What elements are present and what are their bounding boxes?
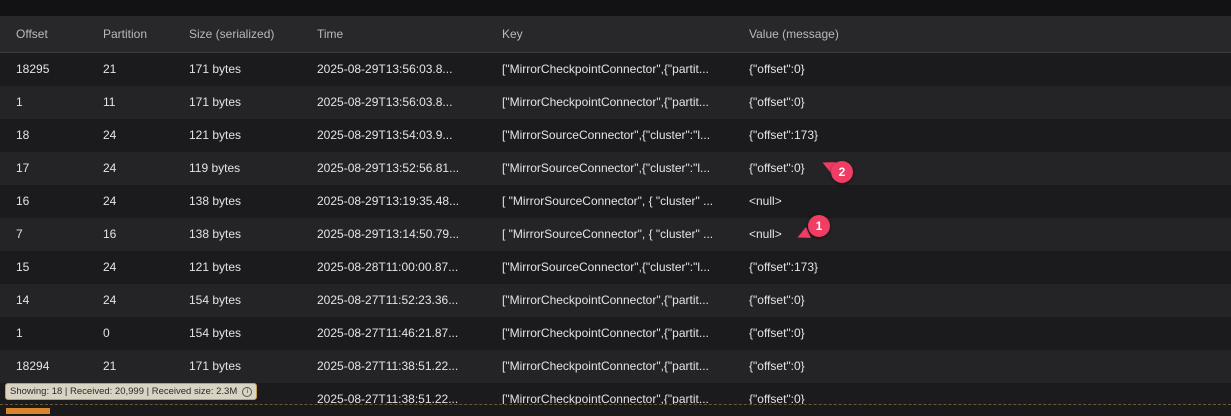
cell-offset: 18294 <box>16 359 50 373</box>
cell-value: <null> <box>749 227 782 241</box>
bottom-bar <box>0 404 1231 415</box>
cell-value: {"offset":0} <box>749 62 805 76</box>
cell-time: 2025-08-29T13:56:03.8... <box>317 62 453 76</box>
top-toolbar <box>0 0 1231 16</box>
cell-value: {"offset":173} <box>749 260 819 274</box>
cell-key: ["MirrorSourceConnector",{"cluster":"l..… <box>502 128 711 142</box>
cell-offset: 1 <box>16 95 23 109</box>
cell-size: 154 bytes <box>189 326 242 340</box>
cell-offset: 7 <box>16 227 23 241</box>
cell-size: 138 bytes <box>189 194 242 208</box>
table-row[interactable]: 7 16 138 bytes 2025-08-29T13:14:50.79...… <box>0 218 1231 251</box>
cell-value: {"offset":0} <box>749 95 805 109</box>
cell-time: 2025-08-29T13:14:50.79... <box>317 227 460 241</box>
cell-key: ["MirrorCheckpointConnector",{"partit... <box>502 62 709 76</box>
cell-key: [ "MirrorSourceConnector", { "cluster" .… <box>502 194 714 208</box>
table-row[interactable]: 14 24 154 bytes 2025-08-27T11:52:23.36..… <box>0 284 1231 317</box>
cell-offset: 15 <box>16 260 30 274</box>
cell-key: ["MirrorCheckpointConnector",{"partit... <box>502 95 709 109</box>
cell-value: {"offset":0} <box>749 293 805 307</box>
table-header: Offset Partition Size (serialized) Time … <box>0 16 1231 53</box>
status-text: Showing: 18 | Received: 20,999 | Receive… <box>10 386 238 397</box>
table-row[interactable]: 17 24 119 bytes 2025-08-29T13:52:56.81..… <box>0 152 1231 185</box>
cell-value: {"offset":173} <box>749 128 819 142</box>
cell-partition: 21 <box>103 359 117 373</box>
header-offset[interactable]: Offset <box>16 27 96 41</box>
cell-partition: 11 <box>103 95 116 109</box>
cell-time: 2025-08-29T13:56:03.8... <box>317 95 453 109</box>
header-key[interactable]: Key <box>502 27 718 41</box>
cell-time: 2025-08-27T11:46:21.87... <box>317 326 459 340</box>
header-time[interactable]: Time <box>317 27 471 41</box>
cell-value: <null> <box>749 194 782 208</box>
cell-partition: 21 <box>103 62 117 76</box>
cell-offset: 1 <box>16 326 23 340</box>
cell-partition: 24 <box>103 293 117 307</box>
cell-size: 171 bytes <box>189 62 242 76</box>
cell-key: ["MirrorCheckpointConnector",{"partit... <box>502 359 709 373</box>
cell-size: 121 bytes <box>189 260 242 274</box>
table-row[interactable]: 18295 21 171 bytes 2025-08-29T13:56:03.8… <box>0 53 1231 86</box>
cell-key: ["MirrorSourceConnector",{"cluster":"l..… <box>502 161 711 175</box>
cell-time: 2025-08-29T13:19:35.48... <box>317 194 460 208</box>
annotation-marker-2: 2 <box>831 161 853 183</box>
cell-value: {"offset":0} <box>749 326 805 340</box>
table-row[interactable]: 16 24 138 bytes 2025-08-29T13:19:35.48..… <box>0 185 1231 218</box>
status-summary: Showing: 18 | Received: 20,999 | Receive… <box>5 383 258 400</box>
header-size[interactable]: Size (serialized) <box>189 27 309 41</box>
cell-time: 2025-08-27T11:38:51.22... <box>317 359 459 373</box>
header-value[interactable]: Value (message) <box>749 27 949 41</box>
messages-table: Offset Partition Size (serialized) Time … <box>0 16 1231 416</box>
cell-offset: 18 <box>16 128 30 142</box>
cell-partition: 0 <box>103 326 110 340</box>
cell-offset: 18295 <box>16 62 50 76</box>
annotation-marker-1: 1 <box>808 215 830 237</box>
table-row[interactable]: 15 24 121 bytes 2025-08-28T11:00:00.87..… <box>0 251 1231 284</box>
table-row[interactable]: 18294 21 171 bytes 2025-08-27T11:38:51.2… <box>0 350 1231 383</box>
cell-time: 2025-08-29T13:54:03.9... <box>317 128 453 142</box>
cell-size: 119 bytes <box>189 161 241 175</box>
table-row[interactable]: 18 24 121 bytes 2025-08-29T13:54:03.9...… <box>0 119 1231 152</box>
cell-key: ["MirrorSourceConnector",{"cluster":"l..… <box>502 260 711 274</box>
table-row[interactable]: 1 0 154 bytes 2025-08-27T11:46:21.87... … <box>0 317 1231 350</box>
cell-size: 154 bytes <box>189 293 242 307</box>
cell-value: {"offset":0} <box>749 359 805 373</box>
cell-size: 121 bytes <box>189 128 242 142</box>
cell-key: ["MirrorCheckpointConnector",{"partit... <box>502 293 709 307</box>
cell-time: 2025-08-29T13:52:56.81... <box>317 161 460 175</box>
cell-time: 2025-08-27T11:52:23.36... <box>317 293 459 307</box>
cell-offset: 16 <box>16 194 30 208</box>
cell-partition: 16 <box>103 227 117 241</box>
cell-key: ["MirrorCheckpointConnector",{"partit... <box>502 326 709 340</box>
cell-time: 2025-08-28T11:00:00.87... <box>317 260 459 274</box>
info-icon[interactable]: i <box>242 386 253 397</box>
cell-key: [ "MirrorSourceConnector", { "cluster" .… <box>502 227 714 241</box>
header-partition[interactable]: Partition <box>103 27 183 41</box>
cell-partition: 24 <box>103 194 117 208</box>
table-row[interactable]: 1 11 171 bytes 2025-08-29T13:56:03.8... … <box>0 86 1231 119</box>
cell-size: 171 bytes <box>189 95 242 109</box>
cell-size: 138 bytes <box>189 227 242 241</box>
cell-offset: 14 <box>16 293 30 307</box>
cell-size: 171 bytes <box>189 359 242 373</box>
cell-partition: 24 <box>103 128 117 142</box>
cell-offset: 17 <box>16 161 30 175</box>
bottom-accent-tab[interactable] <box>6 408 50 414</box>
cell-partition: 24 <box>103 161 117 175</box>
cell-partition: 24 <box>103 260 117 274</box>
